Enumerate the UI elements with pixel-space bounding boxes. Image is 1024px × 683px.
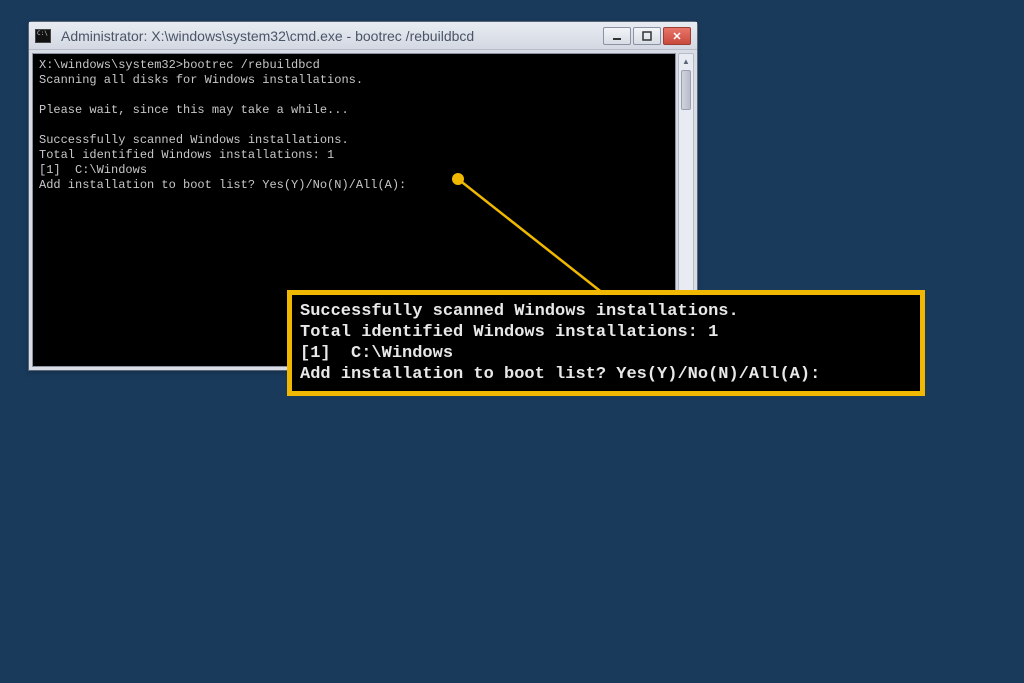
callout-leader-dot-icon (452, 173, 464, 185)
terminal-blank (39, 118, 669, 133)
minimize-button[interactable] (603, 27, 631, 45)
zoom-callout: Successfully scanned Windows installatio… (287, 290, 925, 396)
close-button[interactable] (663, 27, 691, 45)
callout-line: Total identified Windows installations: … (300, 322, 912, 343)
callout-line: Add installation to boot list? Yes(Y)/No… (300, 364, 912, 385)
terminal-line: Successfully scanned Windows installatio… (39, 133, 669, 148)
scroll-thumb[interactable] (681, 70, 691, 110)
window-title: Administrator: X:\windows\system32\cmd.e… (61, 28, 603, 44)
cmd-icon (35, 29, 51, 43)
scroll-up-arrow-icon[interactable]: ▲ (679, 54, 693, 68)
terminal-line: Please wait, since this may take a while… (39, 103, 669, 118)
maximize-button[interactable] (633, 27, 661, 45)
terminal-blank (39, 88, 669, 103)
callout-line: [1] C:\Windows (300, 343, 912, 364)
window-controls (603, 27, 691, 45)
terminal-line: Add installation to boot list? Yes(Y)/No… (39, 178, 669, 193)
terminal-line: [1] C:\Windows (39, 163, 669, 178)
terminal-line: Total identified Windows installations: … (39, 148, 669, 163)
titlebar[interactable]: Administrator: X:\windows\system32\cmd.e… (29, 22, 697, 50)
terminal-line: Scanning all disks for Windows installat… (39, 73, 669, 88)
terminal-line: X:\windows\system32>bootrec /rebuildbcd (39, 58, 669, 73)
callout-line: Successfully scanned Windows installatio… (300, 301, 912, 322)
